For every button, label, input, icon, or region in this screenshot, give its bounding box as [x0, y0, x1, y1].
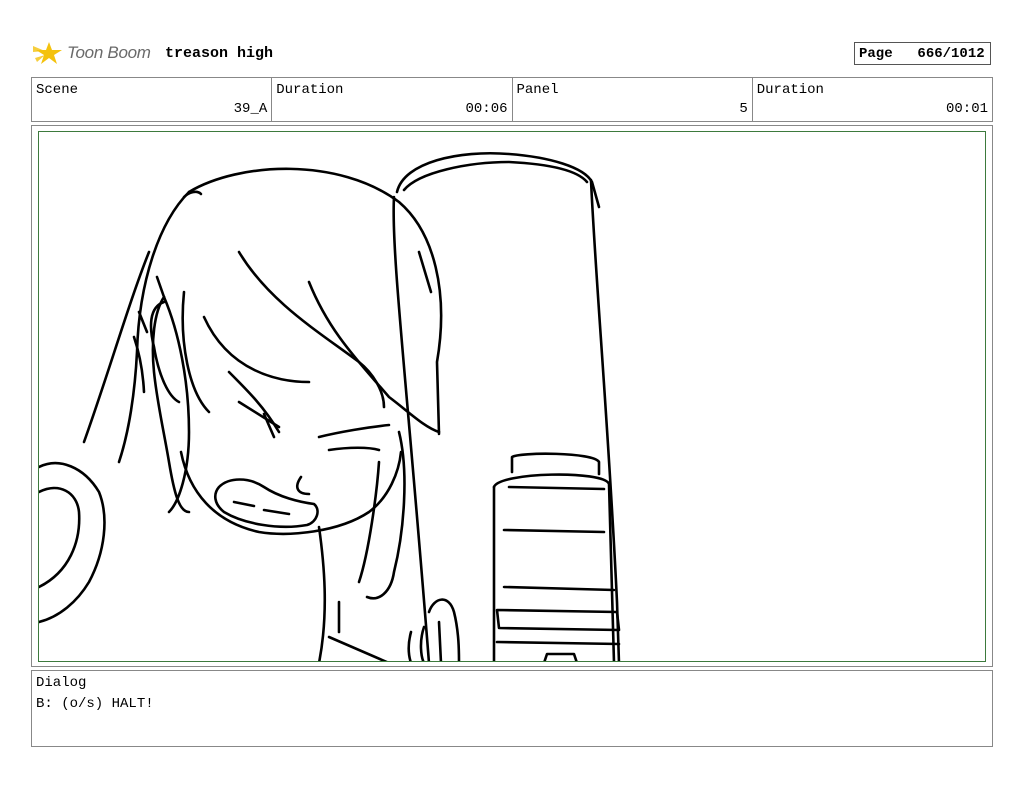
- dialog-box: Dialog B: (o/s) HALT!: [31, 670, 993, 747]
- scene-info-row: Scene 39_A Duration 00:06 Panel 5 Durati…: [31, 77, 993, 122]
- panel-duration-cell: Duration 00:01: [753, 78, 992, 121]
- scene-value: 39_A: [233, 101, 268, 117]
- project-title: treason high: [165, 45, 274, 62]
- panel-label: Panel: [516, 82, 559, 98]
- storyboard-sketch: [39, 152, 621, 661]
- dialog-label: Dialog: [36, 675, 87, 691]
- scene-duration-value: 00:06: [465, 101, 508, 117]
- page-value: 666/1012: [917, 46, 985, 62]
- panel-value: 5: [739, 101, 748, 117]
- scene-duration-cell: Duration 00:06: [272, 78, 513, 121]
- page-indicator: Page 666/1012: [854, 42, 991, 65]
- panel-artwork: [38, 131, 986, 662]
- panel-cell: Panel 5: [513, 78, 753, 121]
- scene-duration-label: Duration: [276, 82, 344, 98]
- page-label: Page: [859, 46, 893, 62]
- scene-label: Scene: [36, 82, 79, 98]
- panel-duration-label: Duration: [756, 82, 824, 98]
- scene-cell: Scene 39_A: [32, 78, 273, 121]
- panel-duration-value: 00:01: [945, 101, 988, 117]
- logo-text: Toon Boom: [67, 43, 151, 62]
- dialog-text: B: (o/s) HALT!: [36, 696, 154, 712]
